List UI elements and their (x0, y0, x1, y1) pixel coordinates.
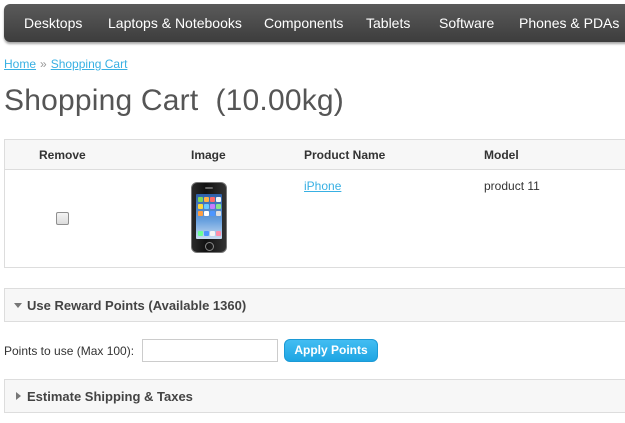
menu-item-software[interactable]: Software (439, 4, 494, 42)
column-header-model: Model (484, 148, 519, 162)
estimate-shipping-title: Estimate Shipping & Taxes (27, 389, 193, 404)
iphone-product-image[interactable] (191, 182, 227, 253)
breadcrumb-current-link[interactable]: Shopping Cart (51, 57, 128, 71)
apply-points-button[interactable]: Apply Points (284, 339, 378, 362)
menu-item-tablets[interactable]: Tablets (366, 4, 410, 42)
top-menu: Desktops Laptops & Notebooks Components … (4, 4, 625, 42)
cart-table: Remove Image Product Name Model iPhone p… (4, 139, 625, 268)
cart-table-header: Remove Image Product Name Model (5, 140, 625, 170)
column-header-image: Image (191, 148, 226, 162)
breadcrumb: Home » Shopping Cart (4, 57, 127, 71)
reward-points-section-header[interactable]: Use Reward Points (Available 1360) (4, 288, 625, 322)
collapse-arrow-icon (14, 303, 22, 308)
column-header-remove: Remove (39, 148, 86, 162)
menu-item-phones-pdas[interactable]: Phones & PDAs (519, 4, 619, 42)
estimate-shipping-section-header[interactable]: Estimate Shipping & Taxes (4, 379, 625, 413)
product-name-cell: iPhone (304, 179, 341, 193)
menu-item-desktops[interactable]: Desktops (24, 4, 82, 42)
expand-arrow-icon (16, 392, 21, 400)
reward-points-input[interactable] (142, 339, 278, 362)
product-model: product 11 (484, 179, 540, 193)
breadcrumb-separator: » (40, 57, 47, 71)
menu-item-laptops-notebooks[interactable]: Laptops & Notebooks (108, 4, 242, 42)
remove-checkbox[interactable] (56, 212, 69, 225)
reward-points-title: Use Reward Points (Available 1360) (27, 298, 247, 313)
phone-speaker-icon (205, 187, 213, 189)
menu-item-components[interactable]: Components (264, 4, 343, 42)
phone-screen (196, 194, 222, 239)
product-name-link[interactable]: iPhone (304, 179, 341, 193)
points-to-use-label: Points to use (Max 100): (4, 344, 135, 358)
breadcrumb-home-link[interactable]: Home (4, 57, 36, 71)
page-title: Shopping Cart (10.00kg) (4, 84, 345, 117)
phone-home-button-icon (205, 242, 214, 251)
column-header-product-name: Product Name (304, 148, 386, 162)
